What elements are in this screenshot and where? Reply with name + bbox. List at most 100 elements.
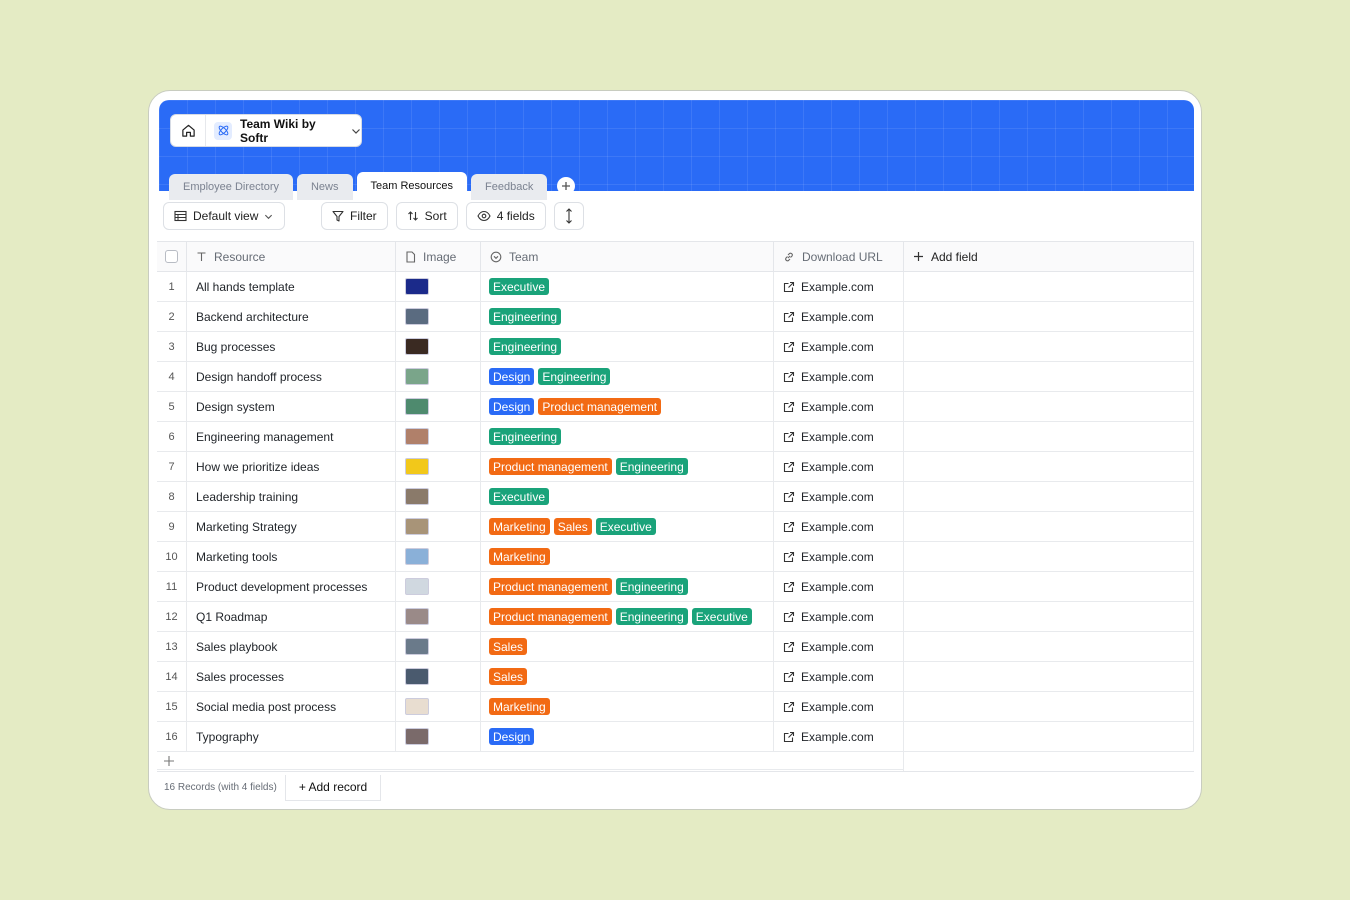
row-height-button[interactable] — [553, 202, 584, 230]
select-all-checkbox[interactable] — [157, 242, 187, 271]
tab-employee-directory[interactable]: Employee Directory — [169, 174, 293, 200]
image-cell[interactable] — [396, 302, 481, 331]
filter-button[interactable]: Filter — [321, 202, 388, 230]
team-cell[interactable]: Executive — [481, 482, 774, 511]
download-url-cell[interactable]: Example.com — [774, 662, 904, 691]
resource-cell[interactable]: Product development processes — [187, 572, 396, 601]
url-text[interactable]: Example.com — [801, 700, 874, 714]
download-url-cell[interactable]: Example.com — [774, 722, 904, 751]
table-row[interactable]: 16 Typography Design Example.com — [157, 722, 1194, 752]
download-url-cell[interactable]: Example.com — [774, 602, 904, 631]
team-cell[interactable]: Product management Engineering — [481, 452, 774, 481]
image-cell[interactable] — [396, 662, 481, 691]
resource-cell[interactable]: Sales playbook — [187, 632, 396, 661]
resource-cell[interactable]: How we prioritize ideas — [187, 452, 396, 481]
download-url-cell[interactable]: Example.com — [774, 482, 904, 511]
table-row[interactable]: 10 Marketing tools Marketing Example.com — [157, 542, 1194, 572]
resource-cell[interactable]: Sales processes — [187, 662, 396, 691]
image-cell[interactable] — [396, 692, 481, 721]
app-switcher[interactable]: Team Wiki by Softr — [170, 114, 362, 147]
team-cell[interactable]: Sales — [481, 632, 774, 661]
table-row[interactable]: 13 Sales playbook Sales Example.com — [157, 632, 1194, 662]
image-cell[interactable] — [396, 392, 481, 421]
sort-button[interactable]: Sort — [395, 202, 458, 230]
table-row[interactable]: 12 Q1 Roadmap Product management Engineer… — [157, 602, 1194, 632]
resource-cell[interactable]: Bug processes — [187, 332, 396, 361]
image-cell[interactable] — [396, 482, 481, 511]
image-cell[interactable] — [396, 542, 481, 571]
url-text[interactable]: Example.com — [801, 310, 874, 324]
resource-cell[interactable]: Design system — [187, 392, 396, 421]
download-url-cell[interactable]: Example.com — [774, 542, 904, 571]
resource-cell[interactable]: Q1 Roadmap — [187, 602, 396, 631]
download-url-cell[interactable]: Example.com — [774, 362, 904, 391]
url-text[interactable]: Example.com — [801, 520, 874, 534]
table-row[interactable]: 4 Design handoff process Design Engineeri… — [157, 362, 1194, 392]
image-cell[interactable] — [396, 272, 481, 301]
team-cell[interactable]: Design Engineering — [481, 362, 774, 391]
image-cell[interactable] — [396, 602, 481, 631]
image-cell[interactable] — [396, 632, 481, 661]
tab-team-resources[interactable]: Team Resources — [356, 172, 468, 200]
url-text[interactable]: Example.com — [801, 340, 874, 354]
table-row[interactable]: 2 Backend architecture Engineering Examp… — [157, 302, 1194, 332]
resource-cell[interactable]: Backend architecture — [187, 302, 396, 331]
resource-cell[interactable]: All hands template — [187, 272, 396, 301]
team-cell[interactable]: Marketing Sales Executive — [481, 512, 774, 541]
download-url-cell[interactable]: Example.com — [774, 272, 904, 301]
add-row-button[interactable] — [157, 752, 904, 770]
download-url-cell[interactable]: Example.com — [774, 302, 904, 331]
url-text[interactable]: Example.com — [801, 610, 874, 624]
table-row[interactable]: 6 Engineering management Engineering Exa… — [157, 422, 1194, 452]
table-row[interactable]: 11 Product development processes Product… — [157, 572, 1194, 602]
add-record-button[interactable]: + Add record — [284, 774, 382, 801]
download-url-cell[interactable]: Example.com — [774, 632, 904, 661]
resource-cell[interactable]: Marketing Strategy — [187, 512, 396, 541]
image-cell[interactable] — [396, 422, 481, 451]
team-cell[interactable]: Design Product management — [481, 392, 774, 421]
url-text[interactable]: Example.com — [801, 580, 874, 594]
download-url-cell[interactable]: Example.com — [774, 332, 904, 361]
team-cell[interactable]: Design — [481, 722, 774, 751]
resource-cell[interactable]: Engineering management — [187, 422, 396, 451]
image-cell[interactable] — [396, 332, 481, 361]
image-cell[interactable] — [396, 722, 481, 751]
resource-cell[interactable]: Social media post process — [187, 692, 396, 721]
team-cell[interactable]: Executive — [481, 272, 774, 301]
url-text[interactable]: Example.com — [801, 430, 874, 444]
resource-cell[interactable]: Typography — [187, 722, 396, 751]
url-text[interactable]: Example.com — [801, 730, 874, 744]
team-cell[interactable]: Product management Engineering — [481, 572, 774, 601]
url-text[interactable]: Example.com — [801, 370, 874, 384]
resource-cell[interactable]: Marketing tools — [187, 542, 396, 571]
image-cell[interactable] — [396, 572, 481, 601]
team-cell[interactable]: Marketing — [481, 692, 774, 721]
table-row[interactable]: 1 All hands template Executive Example.c… — [157, 272, 1194, 302]
fields-button[interactable]: 4 fields — [465, 202, 546, 230]
resource-cell[interactable]: Leadership training — [187, 482, 396, 511]
column-header-team[interactable]: Team — [481, 242, 774, 271]
team-cell[interactable]: Product management Engineering Executive — [481, 602, 774, 631]
download-url-cell[interactable]: Example.com — [774, 692, 904, 721]
table-row[interactable]: 5 Design system Design Product management… — [157, 392, 1194, 422]
download-url-cell[interactable]: Example.com — [774, 392, 904, 421]
team-cell[interactable]: Engineering — [481, 422, 774, 451]
url-text[interactable]: Example.com — [801, 670, 874, 684]
team-cell[interactable]: Marketing — [481, 542, 774, 571]
add-field-button[interactable]: Add field — [904, 242, 1194, 271]
download-url-cell[interactable]: Example.com — [774, 572, 904, 601]
table-row[interactable]: 9 Marketing Strategy Marketing Sales Execu… — [157, 512, 1194, 542]
resource-cell[interactable]: Design handoff process — [187, 362, 396, 391]
table-row[interactable]: 8 Leadership training Executive Example.… — [157, 482, 1194, 512]
tab-feedback[interactable]: Feedback — [471, 174, 548, 200]
url-text[interactable]: Example.com — [801, 490, 874, 504]
table-row[interactable]: 14 Sales processes Sales Example.com — [157, 662, 1194, 692]
column-header-download-url[interactable]: Download URL — [774, 242, 904, 271]
url-text[interactable]: Example.com — [801, 400, 874, 414]
column-header-resource[interactable]: Resource — [187, 242, 396, 271]
url-text[interactable]: Example.com — [801, 640, 874, 654]
table-row[interactable]: 3 Bug processes Engineering Example.com — [157, 332, 1194, 362]
tab-news[interactable]: News — [296, 174, 353, 200]
team-cell[interactable]: Engineering — [481, 302, 774, 331]
image-cell[interactable] — [396, 452, 481, 481]
